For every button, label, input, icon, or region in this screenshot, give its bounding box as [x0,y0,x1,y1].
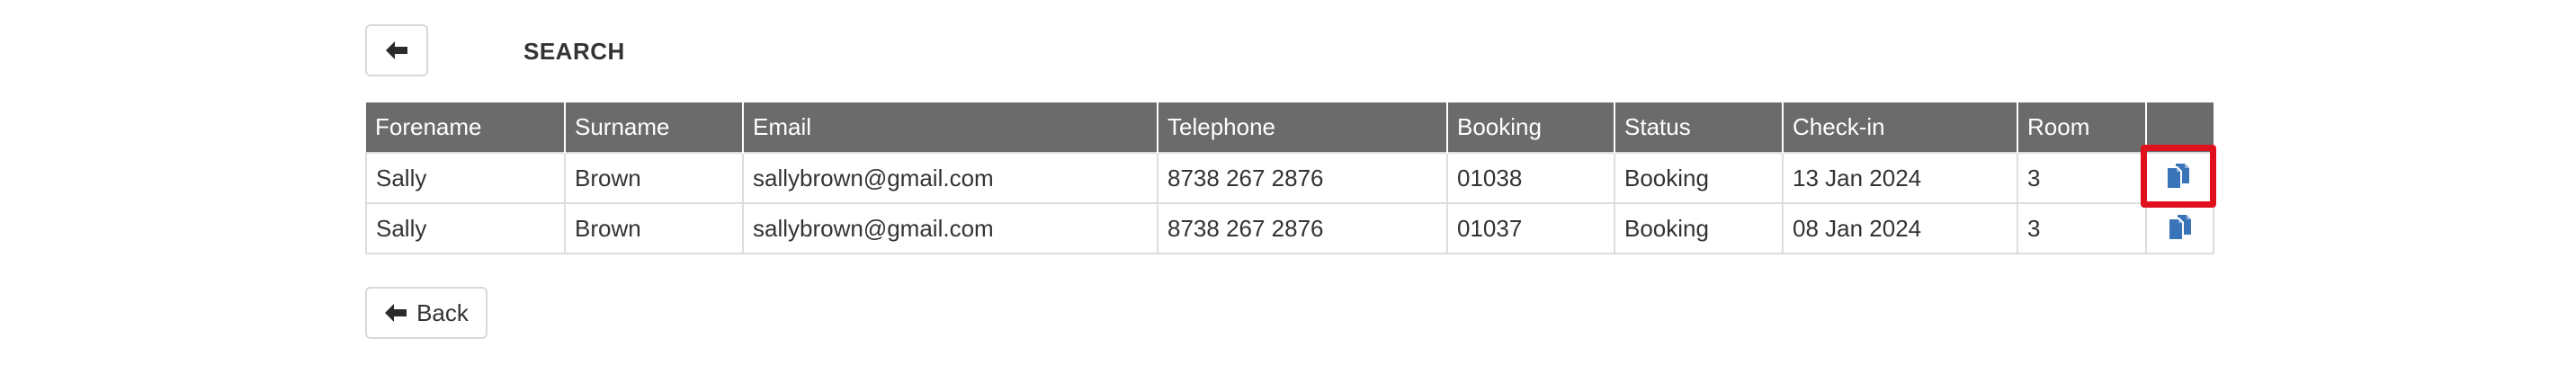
arrow-left-icon [386,41,407,59]
column-header-booking[interactable]: Booking [1447,102,1615,153]
results-table: Forename Surname Email Telephone Booking… [365,102,2216,254]
cell-room: 3 [2017,202,2147,254]
table-row[interactable]: Sally Brown sallybrown@gmail.com 8738 26… [365,145,2216,208]
cell-email: sallybrown@gmail.com [742,202,1158,254]
page-title: SEARCH [523,38,625,65]
cell-surname: Brown [564,202,744,254]
table-header-row: Forename Surname Email Telephone Booking… [366,102,2214,153]
search-results-page: SEARCH Forename Surname Email Telephone … [0,0,2576,365]
column-header-forename[interactable]: Forename [366,102,566,153]
cell-booking: 01037 [1446,202,1615,254]
cell-forename: Sally [365,202,566,254]
highlight-box [2141,145,2216,208]
top-back-button[interactable] [365,24,428,76]
cell-status: Booking [1614,202,1784,254]
cell-telephone: 8738 267 2876 [1157,152,1448,204]
back-button-label: Back [416,298,469,326]
cell-booking: 01038 [1446,152,1615,204]
cell-status: Booking [1614,152,1784,204]
column-header-email[interactable]: Email [743,102,1158,153]
arrow-left-icon [385,304,407,322]
cell-room: 3 [2017,152,2147,204]
cell-forename: Sally [365,152,566,204]
cell-checkin: 13 Jan 2024 [1782,152,2018,204]
cell-telephone: 8738 267 2876 [1157,202,1448,254]
cell-action [2141,145,2216,208]
copy-button[interactable] [2160,158,2196,194]
column-header-room[interactable]: Room [2017,102,2147,153]
column-header-checkin[interactable]: Check-in [1783,102,2018,153]
column-header-surname[interactable]: Surname [565,102,744,153]
table-row[interactable]: Sally Brown sallybrown@gmail.com 8738 26… [365,202,2214,254]
cell-email: sallybrown@gmail.com [742,152,1158,204]
cell-action [2145,202,2214,254]
copy-icon [2169,215,2191,239]
column-header-status[interactable]: Status [1614,102,1784,153]
copy-button[interactable] [2162,209,2198,245]
back-button[interactable]: Back [365,287,487,339]
cell-checkin: 08 Jan 2024 [1782,202,2018,254]
column-header-telephone[interactable]: Telephone [1158,102,1448,153]
copy-icon [2168,164,2189,188]
cell-surname: Brown [564,152,744,204]
